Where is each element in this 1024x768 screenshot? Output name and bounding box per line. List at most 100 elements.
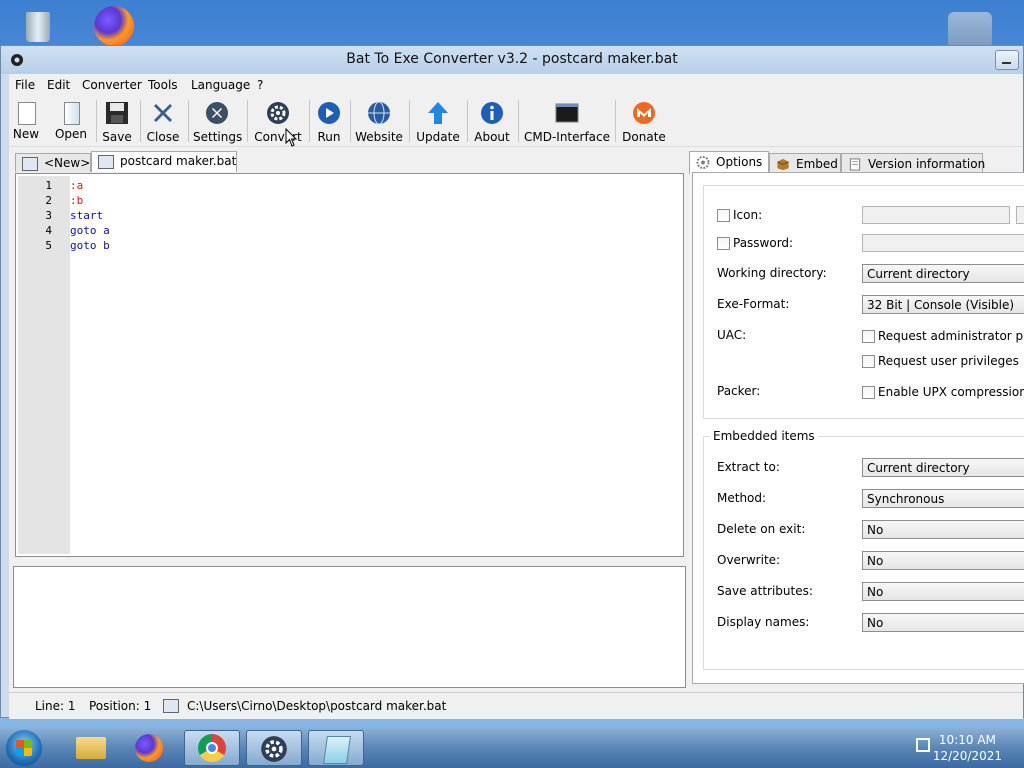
tab-version-information[interactable]: Version information <box>841 153 986 173</box>
run-button[interactable]: Run <box>314 98 344 144</box>
new-file-icon <box>14 101 38 125</box>
output-panel[interactable] <box>13 566 686 688</box>
gear-app-icon <box>261 736 287 762</box>
packer-label: Packer: <box>717 384 761 398</box>
display-names-dropdown[interactable]: No <box>862 613 1024 632</box>
settings-label: Settings <box>193 130 243 144</box>
icon-path-field[interactable] <box>862 206 1010 224</box>
line-number: 4 <box>45 224 52 237</box>
taskbar-chrome[interactable] <box>184 730 240 766</box>
update-button[interactable]: Update <box>415 98 461 144</box>
extract-to-dropdown[interactable]: Current directory <box>862 458 1024 477</box>
embedded-items-group: Embedded items Extract to: Current direc… <box>703 429 1024 670</box>
firefox-desktop-icon[interactable] <box>94 6 138 46</box>
cmd-interface-button[interactable]: CMD-Interface <box>523 98 611 144</box>
menu-bar: File Edit Converter Tools Language ? <box>9 74 1023 96</box>
cmd-interface-label: CMD-Interface <box>523 130 611 144</box>
menu-converter[interactable]: Converter <box>82 78 142 92</box>
gear-convert-icon <box>267 102 289 124</box>
document-icon <box>849 158 861 171</box>
method-label: Method: <box>717 491 767 505</box>
clock-date: 12/20/2021 <box>932 749 1002 763</box>
taskbar-bat-to-exe[interactable] <box>246 730 302 766</box>
options-panel: Icon: Password: Working directory: Curre… <box>692 172 1024 684</box>
uac-user-label: Request user privileges <box>878 354 1019 368</box>
taskbar-explorer[interactable] <box>64 730 120 766</box>
settings-button[interactable]: Settings <box>193 98 243 144</box>
tab-options-label: Options <box>716 155 763 169</box>
code-editor[interactable]: 1 2 3 4 5 :a :b start goto a goto b <box>15 173 684 557</box>
taskbar-notepad[interactable] <box>308 730 364 766</box>
save-button[interactable]: Save <box>101 98 133 144</box>
tab-embed[interactable]: Embed <box>769 153 841 173</box>
title-bar[interactable]: Bat To Exe Converter v3.2 - postcard mak… <box>1 46 1023 74</box>
method-dropdown[interactable]: Synchronous <box>862 489 1024 508</box>
exe-format-dropdown[interactable]: 32 Bit | Console (Visible) <box>862 295 1024 314</box>
uac-label: UAC: <box>717 328 747 342</box>
line-number: 1 <box>45 179 52 192</box>
gear-icon <box>696 156 710 169</box>
menu-edit[interactable]: Edit <box>47 78 70 92</box>
clock-time: 10:10 AM <box>938 733 996 747</box>
toolbar-separator <box>467 100 468 142</box>
run-label: Run <box>317 130 341 144</box>
uac-admin-checkbox[interactable] <box>862 330 875 343</box>
clock[interactable]: 10:10 AM 12/20/2021 <box>933 732 1002 764</box>
chrome-icon <box>198 734 226 762</box>
network-icon[interactable] <box>916 738 930 752</box>
desktop-shortcut-icon[interactable] <box>948 12 992 48</box>
options-tab-strip: Options Embed Version information <box>689 151 1024 174</box>
play-run-icon <box>318 102 340 124</box>
tab-new[interactable]: <New> <box>15 153 91 172</box>
working-directory-label: Working directory: <box>717 266 827 280</box>
donate-button[interactable]: Donate <box>621 98 667 144</box>
uac-user-checkbox[interactable] <box>862 355 875 368</box>
toolbar-separator <box>140 100 141 142</box>
monero-donate-icon <box>633 102 655 124</box>
password-checkbox[interactable] <box>717 237 730 250</box>
save-attributes-dropdown[interactable]: No <box>862 582 1024 601</box>
taskbar-firefox[interactable] <box>122 730 178 766</box>
delete-on-exit-dropdown[interactable]: No <box>862 520 1024 539</box>
new-button[interactable]: New <box>11 98 41 142</box>
start-button[interactable] <box>6 730 42 766</box>
line-number: 2 <box>45 194 52 207</box>
open-file-icon <box>59 101 83 125</box>
about-button[interactable]: About <box>472 98 512 144</box>
info-about-icon <box>481 102 503 124</box>
tab-version-information-label: Version information <box>868 157 986 171</box>
menu-file[interactable]: File <box>15 78 35 92</box>
toolbar-separator <box>409 100 410 142</box>
open-button[interactable]: Open <box>53 98 89 142</box>
menu-tools[interactable]: Tools <box>148 78 178 92</box>
icon-browse-button[interactable] <box>1016 206 1024 224</box>
icon-checkbox[interactable] <box>717 209 730 222</box>
upx-checkbox[interactable] <box>862 386 875 399</box>
open-label: Open <box>54 127 88 141</box>
website-button[interactable]: Website <box>355 98 403 144</box>
notepad-icon <box>323 736 351 764</box>
close-button[interactable]: Close <box>145 98 181 144</box>
overwrite-dropdown[interactable]: No <box>862 551 1024 570</box>
tab-options[interactable]: Options <box>689 151 769 174</box>
code-line: :a <box>70 179 84 192</box>
menu-language[interactable]: Language <box>191 78 250 92</box>
floppy-save-icon <box>106 102 128 124</box>
website-label: Website <box>355 130 403 144</box>
editor-tab-strip: <New> postcard maker.bat <box>15 151 690 173</box>
recycle-bin-icon[interactable] <box>20 6 56 44</box>
tab-postcard-maker[interactable]: postcard maker.bat <box>91 151 237 172</box>
minimize-button[interactable] <box>995 50 1019 70</box>
password-field[interactable] <box>862 234 1024 252</box>
status-bar: Line: 1 Position: 1 C:\Users\Cirno\Deskt… <box>9 692 1023 719</box>
status-position: Position: 1 <box>89 699 152 713</box>
overwrite-label: Overwrite: <box>717 553 781 567</box>
code-line: goto a <box>70 224 110 237</box>
window-title: Bat To Exe Converter v3.2 - postcard mak… <box>346 51 678 67</box>
toolbar-separator <box>615 100 616 142</box>
menu-help[interactable]: ? <box>257 78 263 92</box>
toolbar-separator <box>96 100 97 142</box>
donate-label: Donate <box>622 130 666 144</box>
working-directory-dropdown[interactable]: Current directory <box>862 264 1024 283</box>
toolbar-separator <box>309 100 310 142</box>
